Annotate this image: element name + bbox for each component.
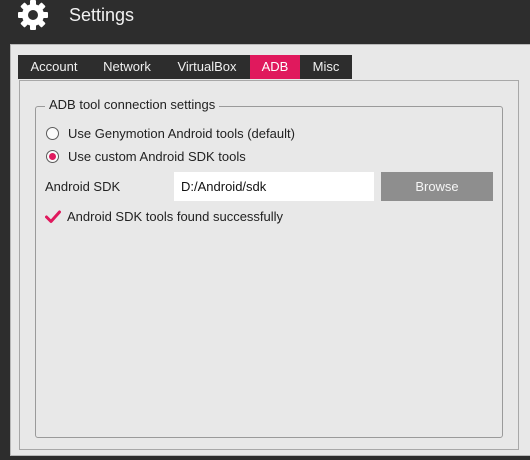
- tab-bar: Account Network VirtualBox ADB Misc: [18, 55, 352, 79]
- sdk-status: Android SDK tools found successfully: [45, 209, 283, 224]
- tab-network[interactable]: Network: [90, 55, 164, 79]
- browse-button[interactable]: Browse: [381, 172, 493, 201]
- android-sdk-path-input[interactable]: [174, 172, 374, 201]
- status-text: Android SDK tools found successfully: [67, 209, 284, 224]
- radio-button-checked[interactable]: [46, 150, 59, 163]
- check-icon: [45, 210, 61, 223]
- tab-account[interactable]: Account: [18, 55, 90, 79]
- gear-icon: [18, 0, 48, 30]
- tab-adb[interactable]: ADB: [250, 55, 300, 79]
- radio-custom-sdk-tools[interactable]: Use custom Android SDK tools: [46, 149, 246, 164]
- radio-label: Use custom Android SDK tools: [68, 149, 246, 164]
- title-bar: Settings: [0, 0, 530, 42]
- radio-button-unchecked[interactable]: [46, 127, 59, 140]
- android-sdk-label: Android SDK: [45, 179, 121, 194]
- tab-misc[interactable]: Misc: [300, 55, 352, 79]
- group-title: ADB tool connection settings: [45, 97, 220, 112]
- radio-label: Use Genymotion Android tools (default): [68, 126, 295, 141]
- radio-genymotion-tools[interactable]: Use Genymotion Android tools (default): [46, 126, 295, 141]
- tab-virtualbox[interactable]: VirtualBox: [164, 55, 250, 79]
- window-title: Settings: [69, 5, 135, 25]
